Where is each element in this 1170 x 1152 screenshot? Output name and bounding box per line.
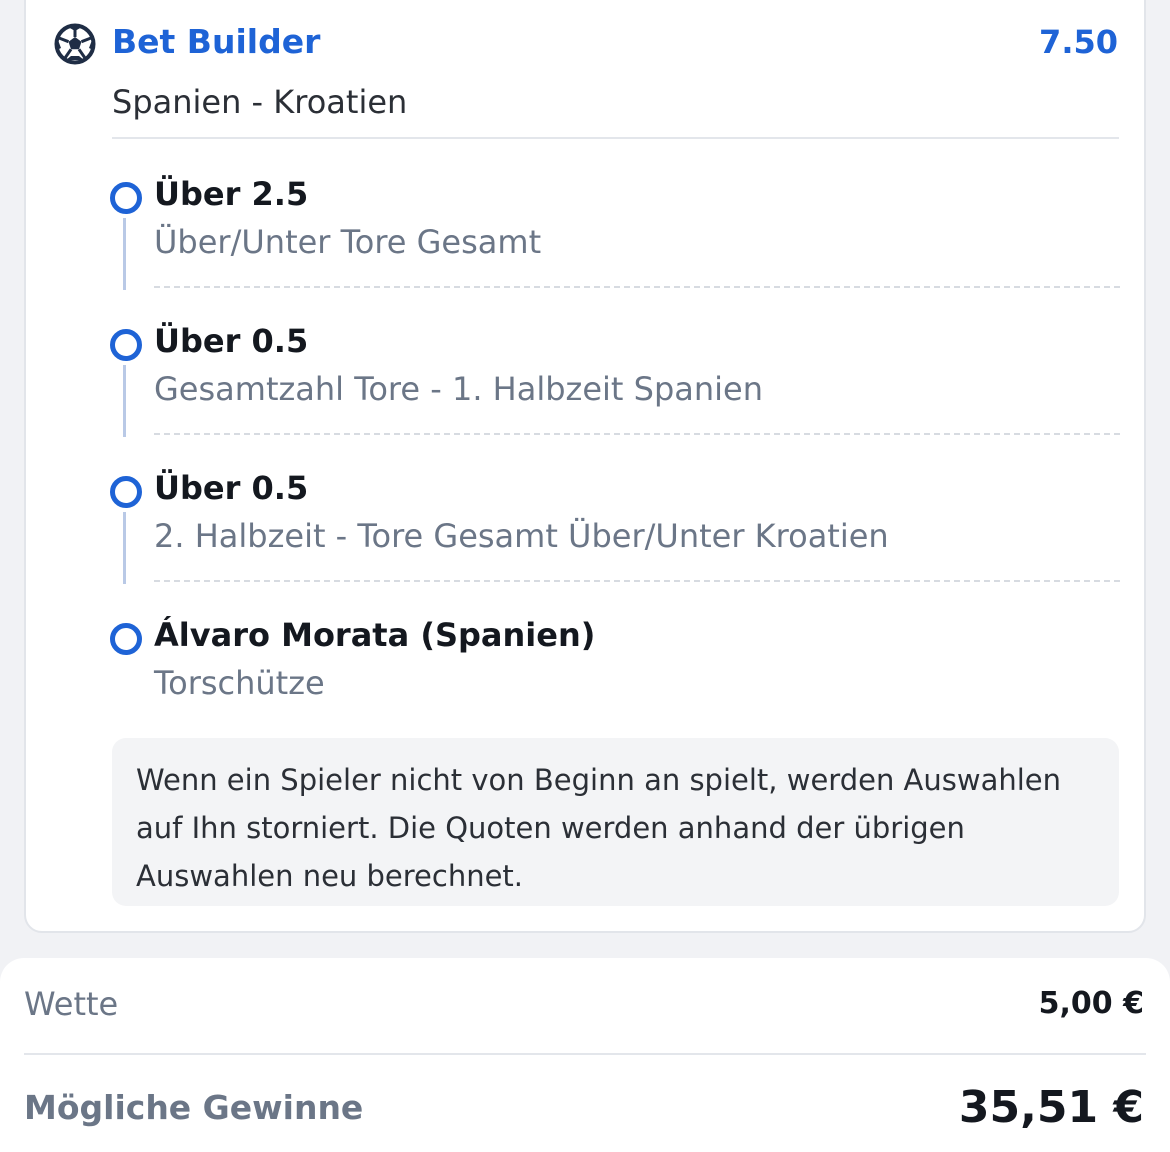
leg-market: 2. Halbzeit - Tore Gesamt Über/Unter Kro… <box>154 517 889 555</box>
leg-marker-icon <box>110 182 142 214</box>
stake-value: 5,00 € <box>1038 986 1144 1021</box>
bet-summary-panel: Wette 5,00 € Mögliche Gewinne 35,51 € <box>0 958 1170 1152</box>
bet-leg: Über 2.5 Über/Unter Tore Gesamt <box>110 168 1120 315</box>
leg-selection: Über 0.5 <box>154 469 309 507</box>
leg-divider <box>154 433 1120 435</box>
divider <box>112 137 1119 139</box>
leg-divider <box>154 286 1120 288</box>
leg-selection: Über 0.5 <box>154 322 309 360</box>
leg-marker-icon <box>110 476 142 508</box>
leg-connector <box>123 512 126 584</box>
event-name: Spanien - Kroatien <box>112 83 408 121</box>
payout-label: Mögliche Gewinne <box>24 1088 364 1127</box>
bet-leg: Über 0.5 2. Halbzeit - Tore Gesamt Über/… <box>110 462 1120 609</box>
payout-value: 35,51 € <box>958 1082 1144 1133</box>
leg-market: Torschütze <box>154 664 325 702</box>
leg-selection: Álvaro Morata (Spanien) <box>154 616 596 654</box>
bet-builder-title: Bet Builder <box>112 22 321 61</box>
leg-market: Über/Unter Tore Gesamt <box>154 223 542 261</box>
info-note: Wenn ein Spieler nicht von Beginn an spi… <box>112 738 1119 906</box>
bet-leg: Über 0.5 Gesamtzahl Tore - 1. Halbzeit S… <box>110 315 1120 462</box>
stake-label: Wette <box>24 985 119 1023</box>
divider <box>24 1053 1146 1055</box>
leg-connector <box>123 365 126 437</box>
bet-odds: 7.50 <box>1039 23 1118 61</box>
bet-leg: Álvaro Morata (Spanien) Torschütze <box>110 609 1120 756</box>
leg-divider <box>154 580 1120 582</box>
leg-marker-icon <box>110 623 142 655</box>
leg-selection: Über 2.5 <box>154 175 309 213</box>
soccer-ball-icon <box>54 23 96 65</box>
leg-connector <box>123 218 126 290</box>
leg-marker-icon <box>110 329 142 361</box>
leg-market: Gesamtzahl Tore - 1. Halbzeit Spanien <box>154 370 763 408</box>
